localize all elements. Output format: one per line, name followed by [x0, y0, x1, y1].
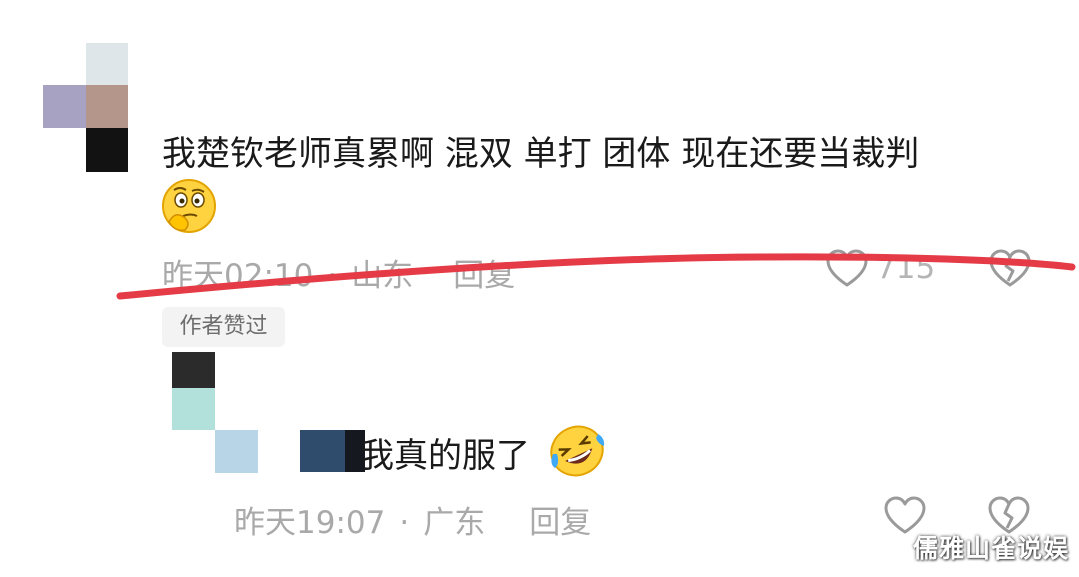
- reply-location: 广东: [423, 505, 486, 541]
- reply-avatar[interactable]: [160, 345, 270, 475]
- watermark: 儒雅山雀说娱: [912, 534, 1069, 563]
- reply-time: 昨天19:07: [234, 505, 386, 541]
- author-liked-badge: 作者赞过: [162, 307, 285, 347]
- rolling-on-floor-laughing-emoji: [548, 424, 606, 478]
- reply-reply-button[interactable]: 回复: [529, 497, 591, 542]
- reply-text: 我真的服了: [360, 436, 530, 476]
- meta-separator: ·: [399, 505, 410, 541]
- mention-mosaic: [300, 430, 345, 472]
- reply-meta: 昨天19:07 · 广东 回复: [234, 497, 591, 542]
- red-marker-line: [116, 253, 1076, 300]
